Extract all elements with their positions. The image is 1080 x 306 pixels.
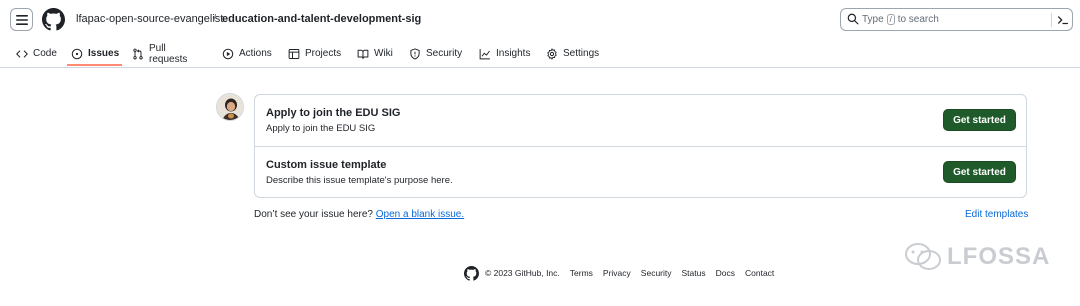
open-blank-issue-link[interactable]: Open a blank issue. [376,209,464,220]
shield-icon [410,47,420,60]
git-pull-request-icon [133,48,143,59]
play-icon [222,48,234,59]
footer-copyright: © 2023 GitHub, Inc. [485,268,560,278]
tab-projects[interactable]: Projects [288,40,341,67]
tab-label: Security [426,48,463,59]
tab-wiki[interactable]: Wiki [357,40,393,67]
tab-security[interactable]: Security [409,40,462,67]
tab-pull-requests[interactable]: Pull requests [132,40,187,67]
get-started-button[interactable]: Get started [943,161,1016,183]
issue-template-row: Custom issue template Describe this issu… [255,146,1026,197]
issue-template-list: Apply to join the EDU SIG Apply to join … [254,94,1027,198]
watermark-text: LFOSSA [947,243,1051,270]
avatar[interactable] [216,93,244,121]
breadcrumb-owner[interactable]: lfapac-open-source-evangelist [76,13,223,25]
active-tab-indicator [67,64,122,66]
tab-label: Insights [496,48,531,59]
template-description: Apply to join the EDU SIG [266,123,376,134]
tab-label: Issues [88,48,120,59]
issue-opened-icon [71,48,83,59]
code-icon [16,49,28,58]
tab-label: Code [33,48,57,59]
command-palette-icon[interactable] [1056,13,1070,27]
tab-actions[interactable]: Actions [222,40,272,67]
tab-label: Pull requests [149,42,188,65]
gear-icon [547,47,557,60]
tab-label: Projects [305,48,342,59]
blank-issue-note: Don’t see your issue here? Open a blank … [254,209,464,220]
blank-issue-prompt: Don’t see your issue here? [254,209,373,220]
search-divider [1051,13,1052,27]
search-icon [847,13,859,25]
page-footer: © 2023 GitHub, Inc. Terms Privacy Securi… [464,264,784,282]
template-description: Describe this issue template's purpose h… [266,175,453,186]
issue-template-row: Apply to join the EDU SIG Apply to join … [255,95,1026,146]
app-header: lfapac-open-source-evangelist / educatio… [0,0,1080,68]
search-placeholder: Type / to search [862,14,939,25]
tab-label: Actions [239,48,272,59]
footer-link-status[interactable]: Status [682,268,706,278]
tab-settings[interactable]: Settings [546,40,599,67]
search-shortcut-key: / [886,14,895,25]
menu-button[interactable] [10,8,33,31]
wechat-icon [905,243,941,270]
edit-templates-link[interactable]: Edit templates [965,209,1028,220]
footer-link-docs[interactable]: Docs [716,268,735,278]
search-suffix: to search [897,14,939,25]
template-title: Apply to join the EDU SIG [266,107,401,119]
get-started-button[interactable]: Get started [943,109,1016,131]
avatar-image [217,94,243,120]
footer-link-privacy[interactable]: Privacy [603,268,631,278]
github-logo-icon[interactable] [42,8,65,31]
github-footer-logo-icon[interactable] [464,265,479,281]
template-title: Custom issue template [266,159,387,171]
table-icon [288,48,300,59]
hamburger-icon [15,14,28,25]
footer-link-security[interactable]: Security [641,268,672,278]
tab-insights[interactable]: Insights [479,40,530,67]
tab-issues[interactable]: Issues [71,40,119,67]
footer-link-contact[interactable]: Contact [745,268,774,278]
tab-code[interactable]: Code [16,40,57,67]
book-icon [357,49,369,59]
breadcrumb-repo[interactable]: education-and-talent-development-sig [222,13,421,25]
search-prefix: Type [862,14,884,25]
tab-label: Settings [563,48,600,59]
graph-icon [479,48,490,59]
tab-label: Wiki [374,48,393,59]
watermark: LFOSSA [903,240,1050,274]
breadcrumb-separator: / [213,13,217,25]
search-input[interactable]: Type / to search [840,8,1073,31]
footer-link-terms[interactable]: Terms [570,268,593,278]
